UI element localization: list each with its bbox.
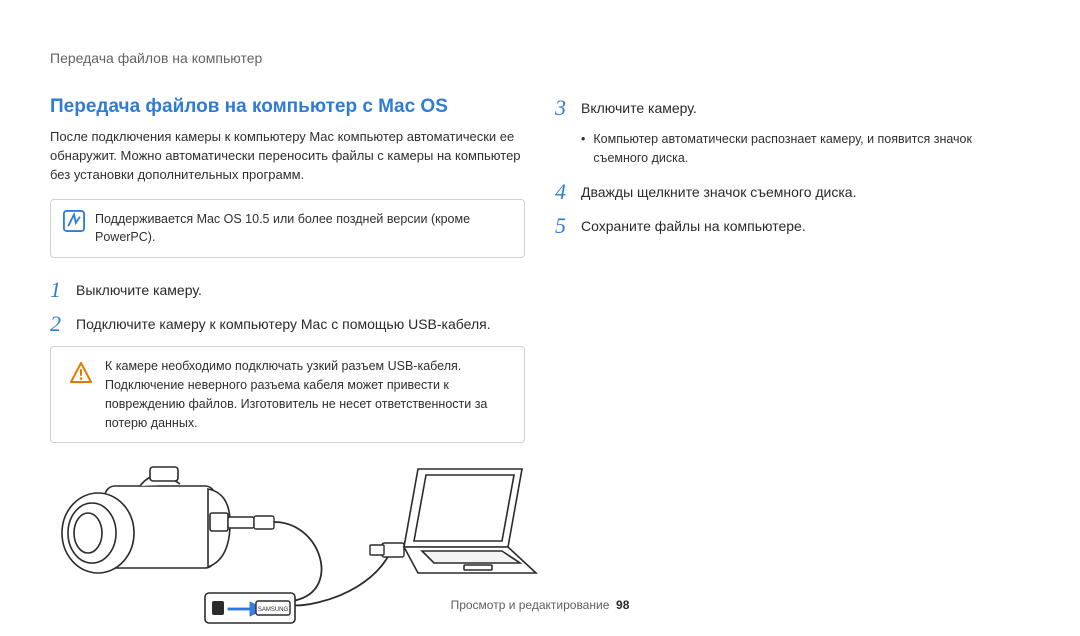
breadcrumb: Передача файлов на компьютер [50,50,1030,66]
sub-bullet-text: Компьютер автоматически распознает камер… [593,130,1030,168]
step-2: 2 Подключите камеру к компьютеру Mac с п… [50,312,525,336]
step-text: Включите камеру. [581,96,697,119]
step-number: 2 [50,312,76,336]
step-text: Выключите камеру. [76,278,202,301]
step-4: 4 Дважды щелкните значок съемного диска. [555,180,1030,204]
step-text: Подключите камеру к компьютеру Mac с пом… [76,312,491,335]
step-1: 1 Выключите камеру. [50,278,525,302]
warning-box: К камере необходимо подключать узкий раз… [50,346,525,443]
content-columns: Передача файлов на компьютер с Mac OS По… [50,96,1030,636]
step-3-sub: Компьютер автоматически распознает камер… [581,130,1030,168]
warning-text: К камере необходимо подключать узкий раз… [105,359,487,429]
step-3: 3 Включите камеру. [555,96,1030,120]
section-title: Передача файлов на компьютер с Mac OS [50,96,525,118]
intro-paragraph: После подключения камеры к компьютеру Ma… [50,128,525,185]
page-number: 98 [616,598,629,612]
footer-section: Просмотр и редактирование [451,598,610,612]
page-footer: Просмотр и редактирование 98 [0,598,1080,612]
info-icon [63,210,85,232]
step-5: 5 Сохраните файлы на компьютере. [555,214,1030,238]
step-number: 5 [555,214,581,238]
step-number: 3 [555,96,581,120]
step-text: Дважды щелкните значок съемного диска. [581,180,856,203]
info-note-box: Поддерживается Mac OS 10.5 или более поз… [50,199,525,259]
step-number: 4 [555,180,581,204]
left-column: Передача файлов на компьютер с Mac OS По… [50,96,525,636]
step-number: 1 [50,278,76,302]
warning-icon [69,361,93,385]
step-text: Сохраните файлы на компьютере. [581,214,806,237]
right-column: 3 Включите камеру. Компьютер автоматичес… [555,96,1030,636]
info-note-text: Поддерживается Mac OS 10.5 или более поз… [95,212,470,245]
